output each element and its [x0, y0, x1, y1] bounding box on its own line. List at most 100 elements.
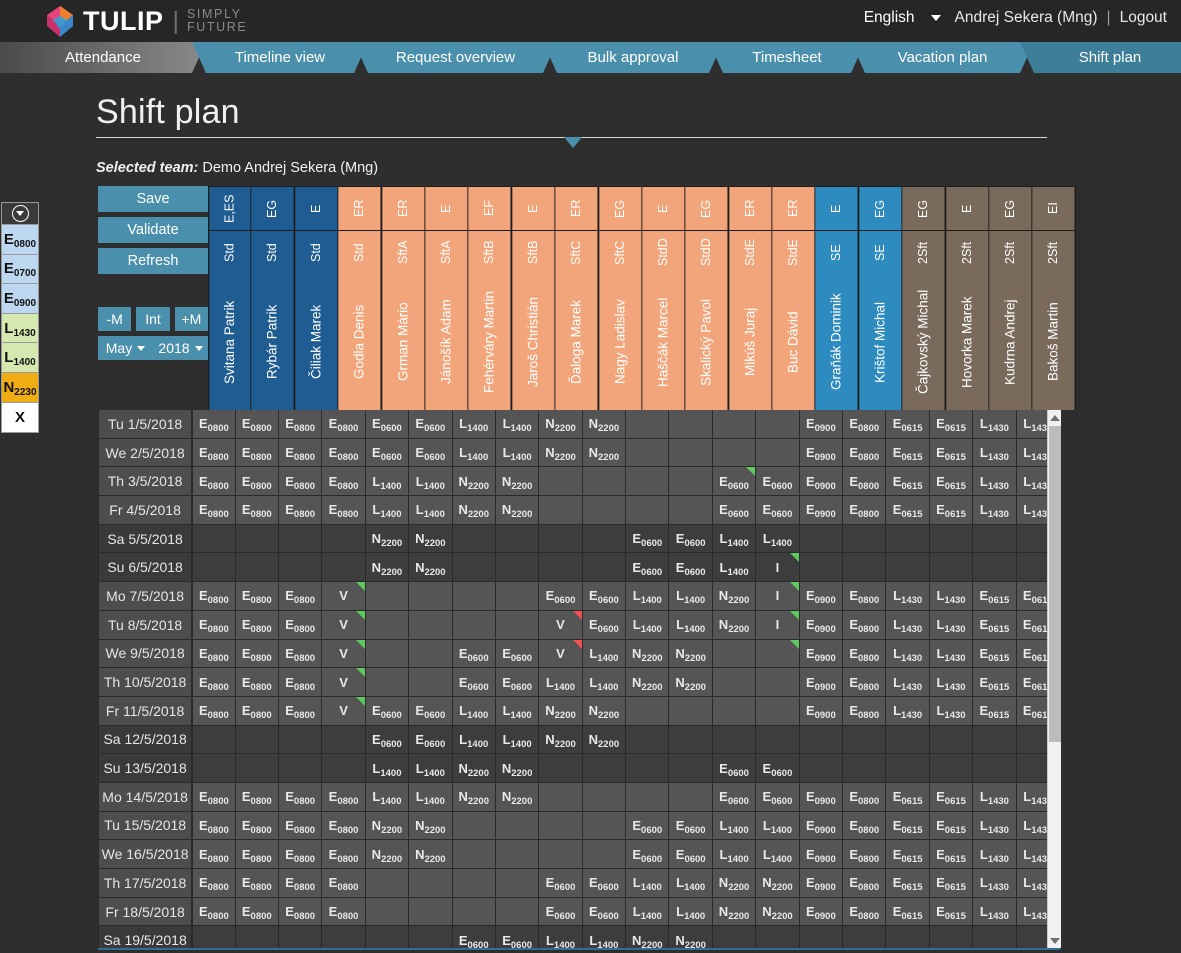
- shift-cell[interactable]: [929, 754, 974, 783]
- shift-cell[interactable]: [756, 438, 800, 468]
- shift-cell[interactable]: [409, 639, 453, 669]
- shift-cell[interactable]: [409, 610, 453, 640]
- shift-cell[interactable]: E0800: [278, 811, 323, 841]
- shift-cell[interactable]: L1430: [973, 840, 1017, 869]
- shift-cell[interactable]: [495, 897, 540, 927]
- shift-cell[interactable]: E0800: [322, 438, 366, 468]
- shift-cell[interactable]: E0615: [929, 897, 974, 927]
- shift-cell[interactable]: V: [322, 668, 366, 697]
- shift-cell[interactable]: L1400: [626, 610, 670, 640]
- shift-cell[interactable]: [799, 926, 844, 948]
- tab-bulk-approval[interactable]: Bulk approval: [543, 42, 723, 73]
- grid-column-header[interactable]: EG 2Sft Kudrna Andrej: [989, 186, 1033, 410]
- shift-cell[interactable]: [322, 754, 366, 783]
- shift-cell[interactable]: [669, 696, 713, 726]
- shift-cell[interactable]: E0800: [235, 782, 279, 812]
- tab-request-overview[interactable]: Request overview: [354, 42, 557, 73]
- shift-cell[interactable]: [669, 467, 713, 497]
- shift-cell[interactable]: [626, 754, 670, 783]
- shift-cell[interactable]: E0800: [235, 811, 279, 841]
- shift-cell[interactable]: N2200: [452, 496, 496, 525]
- shift-cell[interactable]: [409, 897, 453, 927]
- shift-cell[interactable]: L1400: [539, 668, 583, 697]
- row-date-label[interactable]: We 16/5/2018: [98, 840, 193, 869]
- shift-cell[interactable]: E0800: [278, 610, 323, 640]
- shift-cell[interactable]: E0800: [235, 840, 279, 869]
- shift-cell[interactable]: [929, 553, 974, 583]
- shift-cell[interactable]: N2200: [539, 696, 583, 726]
- shift-cell[interactable]: L1400: [495, 438, 540, 468]
- shift-cell[interactable]: I: [756, 582, 800, 611]
- grid-column-header[interactable]: ER Std Godla Denis: [338, 186, 382, 410]
- shift-cell[interactable]: E0600: [756, 782, 800, 812]
- legend-item-L1430[interactable]: L1430: [2, 313, 38, 344]
- shift-cell[interactable]: I: [756, 610, 800, 640]
- row-date-label[interactable]: Mo 7/5/2018: [98, 582, 193, 611]
- shift-cell[interactable]: E0800: [192, 668, 236, 697]
- shift-cell[interactable]: N2200: [582, 438, 627, 468]
- shift-cell[interactable]: E0800: [278, 438, 323, 468]
- shift-cell[interactable]: L1400: [365, 754, 410, 783]
- row-date-label[interactable]: Th 17/5/2018: [98, 869, 193, 898]
- shift-cell[interactable]: [539, 553, 583, 583]
- shift-cell[interactable]: [539, 754, 583, 783]
- legend-item-L1400[interactable]: L1400: [2, 343, 38, 373]
- grid-column-header[interactable]: EF SftB Fehérváry Martin: [468, 186, 512, 410]
- shift-cell[interactable]: L1400: [756, 811, 800, 841]
- shift-cell[interactable]: [669, 782, 713, 812]
- grid-column-header[interactable]: EG StdD Skalický Pavol: [685, 186, 729, 410]
- scroll-up-arrow-icon[interactable]: [1048, 410, 1062, 425]
- legend-item-X[interactable]: X: [2, 402, 38, 433]
- shift-cell[interactable]: E0600: [626, 553, 670, 583]
- shift-cell[interactable]: N2200: [365, 524, 410, 554]
- shift-cell[interactable]: E0800: [278, 668, 323, 697]
- row-date-label[interactable]: Tu 15/5/2018: [98, 811, 193, 841]
- shift-cell[interactable]: [582, 811, 627, 841]
- shift-cell[interactable]: E0800: [278, 410, 323, 439]
- shift-cell[interactable]: E0900: [799, 496, 844, 525]
- grid-column-header[interactable]: ER SftA Grman Mário: [381, 186, 425, 410]
- grid-column-header[interactable]: ER SftC Ďaloga Marek: [555, 186, 599, 410]
- shift-cell[interactable]: E0800: [322, 782, 366, 812]
- shift-cell[interactable]: [843, 926, 887, 948]
- logout-link[interactable]: Logout: [1120, 9, 1167, 27]
- shift-cell[interactable]: N2200: [365, 840, 410, 869]
- shift-cell[interactable]: E0600: [712, 754, 757, 783]
- shift-cell[interactable]: E0800: [235, 467, 279, 497]
- shift-cell[interactable]: E0800: [843, 897, 887, 927]
- grid-column-header[interactable]: E SftA Jánošík Adam: [424, 186, 469, 410]
- shift-cell[interactable]: [582, 496, 627, 525]
- shift-cell[interactable]: [886, 926, 930, 948]
- tab-timesheet[interactable]: Timesheet: [709, 42, 865, 73]
- shift-cell[interactable]: E0600: [452, 926, 496, 948]
- grid-column-header[interactable]: E StdD Haščák Marcel: [641, 186, 686, 410]
- shift-cell[interactable]: E0600: [365, 725, 410, 755]
- shift-cell[interactable]: E0800: [843, 410, 887, 439]
- shift-cell[interactable]: N2200: [712, 897, 757, 927]
- shift-cell[interactable]: N2200: [495, 754, 540, 783]
- shift-cell[interactable]: E0615: [886, 840, 930, 869]
- shift-cell[interactable]: [582, 782, 627, 812]
- shift-cell[interactable]: [973, 725, 1017, 755]
- shift-cell[interactable]: E0800: [235, 610, 279, 640]
- shift-cell[interactable]: E0600: [756, 467, 800, 497]
- shift-cell[interactable]: E0600: [669, 811, 713, 841]
- shift-cell[interactable]: L1400: [626, 897, 670, 927]
- shift-cell[interactable]: E0600: [409, 725, 453, 755]
- shift-cell[interactable]: V: [539, 639, 583, 669]
- brand-logo[interactable]: TULIP | SIMPLY FUTURE: [44, 2, 247, 40]
- shift-cell[interactable]: L1400: [409, 496, 453, 525]
- shift-cell[interactable]: L1400: [365, 782, 410, 812]
- shift-cell[interactable]: L1430: [973, 897, 1017, 927]
- shift-cell[interactable]: L1430: [886, 668, 930, 697]
- shift-cell[interactable]: E0600: [582, 869, 627, 898]
- chevron-down-icon[interactable]: [930, 15, 941, 21]
- shift-cell[interactable]: [799, 725, 844, 755]
- shift-cell[interactable]: E0900: [799, 782, 844, 812]
- shift-cell[interactable]: E0600: [669, 553, 713, 583]
- shift-cell[interactable]: [539, 782, 583, 812]
- shift-cell[interactable]: E0615: [886, 869, 930, 898]
- shift-cell[interactable]: L1430: [886, 582, 930, 611]
- shift-cell[interactable]: L1400: [365, 496, 410, 525]
- shift-cell[interactable]: [582, 553, 627, 583]
